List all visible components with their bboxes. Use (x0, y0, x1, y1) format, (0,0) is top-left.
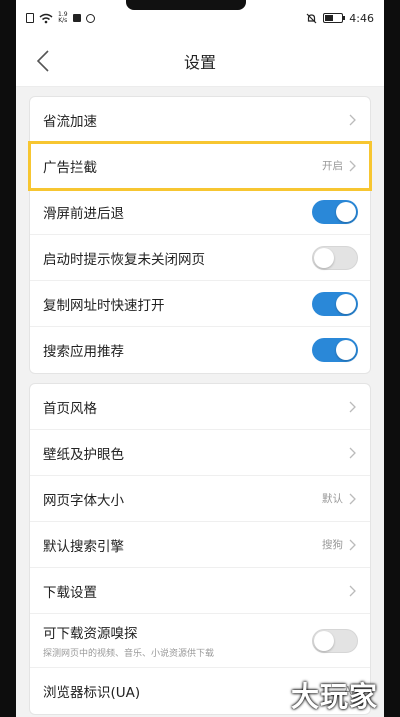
setting-swipe-navigation: 滑屏前进后退 (30, 189, 370, 235)
status-bar: 1.9 K/s 4:46 (16, 0, 384, 36)
setting-label: 默认搜索引擎 (43, 538, 124, 555)
chevron-right-icon (349, 113, 358, 127)
setting-value: 默认 (322, 493, 343, 505)
setting-wallpaper-eye-care[interactable]: 壁纸及护眼色 (30, 430, 370, 476)
chevron-right-icon (349, 400, 358, 414)
toggle-knob (314, 247, 334, 268)
sim-card-icon (26, 13, 34, 23)
chevron-right-icon (349, 159, 358, 173)
setting-label: 启动时提示恢复未关闭网页 (43, 251, 205, 268)
setting-label: 滑屏前进后退 (43, 205, 124, 222)
setting-default-search-engine[interactable]: 默认搜索引擎 搜狗 (30, 522, 370, 568)
setting-label: 可下载资源嗅探 (43, 626, 138, 642)
back-button[interactable] (32, 49, 54, 73)
search-app-recommend-toggle[interactable] (312, 338, 358, 362)
setting-font-size[interactable]: 网页字体大小 默认 (30, 476, 370, 522)
toggle-knob (336, 201, 356, 222)
toggle-knob (314, 630, 334, 651)
chevron-right-icon (349, 538, 358, 552)
app-header: 设置 (16, 36, 384, 87)
battery-fill (325, 15, 333, 21)
setting-label: 壁纸及护眼色 (43, 446, 124, 463)
notification-ring-icon (85, 13, 95, 23)
mute-bell-icon (306, 13, 317, 23)
setting-label: 首页风格 (43, 400, 97, 417)
setting-homepage-style[interactable]: 首页风格 (30, 384, 370, 430)
setting-label: 复制网址时快速打开 (43, 297, 165, 314)
setting-label: 广告拦截 (43, 159, 97, 176)
setting-ad-block[interactable]: 广告拦截 开启 (28, 141, 372, 191)
toggle-knob (336, 340, 356, 360)
resource-sniffing-toggle[interactable] (312, 628, 358, 653)
toggle-knob (336, 293, 356, 314)
setting-label: 下载设置 (43, 584, 97, 601)
setting-resource-sniffing: 可下载资源嗅探 探测网页中的视频、音乐、小说资源供下载 (30, 614, 370, 668)
quick-open-url-toggle[interactable] (312, 291, 358, 316)
setting-label: 搜索应用推荐 (43, 344, 124, 360)
setting-traffic-saving[interactable]: 省流加速 (30, 97, 370, 143)
settings-group-1: 省流加速 广告拦截 开启 滑屏前进后退 启动时提示恢复未关闭网页 复制网址时快速… (28, 96, 372, 374)
watermark: 大玩家 (290, 680, 378, 713)
setting-label: 网页字体大小 (43, 492, 124, 509)
chevron-right-icon (349, 584, 358, 598)
clock: 4:46 (349, 11, 374, 25)
chevron-right-icon (349, 492, 358, 506)
restore-tabs-toggle[interactable] (312, 245, 358, 270)
chevron-left-icon (37, 50, 49, 72)
setting-quick-open-copied-url: 复制网址时快速打开 (30, 281, 370, 327)
wifi-icon (39, 13, 53, 23)
setting-restore-tabs-prompt: 启动时提示恢复未关闭网页 (30, 235, 370, 281)
settings-group-2: 首页风格 壁纸及护眼色 网页字体大小 默认 默认搜索引擎 搜狗 下载设置 可下载… (29, 383, 371, 715)
phone-screen: 1.9 K/s 4:46 设置 省流加速 广告拦截 开启 滑屏前进后退 启动时提… (16, 0, 384, 717)
notification-square-icon (72, 14, 81, 22)
swipe-navigation-toggle[interactable] (312, 199, 358, 224)
camera-notch (126, 0, 246, 10)
setting-search-app-recommend: 搜索应用推荐 (30, 327, 370, 373)
setting-value: 开启 (322, 160, 343, 172)
setting-download[interactable]: 下载设置 (30, 568, 370, 614)
net-speed-unit: K/s (58, 17, 68, 24)
setting-sublabel: 探测网页中的视频、音乐、小说资源供下载 (43, 649, 215, 659)
setting-label: 省流加速 (43, 113, 97, 130)
battery-icon (323, 13, 346, 23)
setting-text: 可下载资源嗅探 探测网页中的视频、音乐、小说资源供下载 (43, 622, 312, 659)
page-title: 设置 (183, 53, 216, 72)
net-speed: 1.9 K/s (58, 12, 68, 24)
setting-value: 搜狗 (322, 539, 343, 551)
chevron-right-icon (349, 446, 358, 460)
